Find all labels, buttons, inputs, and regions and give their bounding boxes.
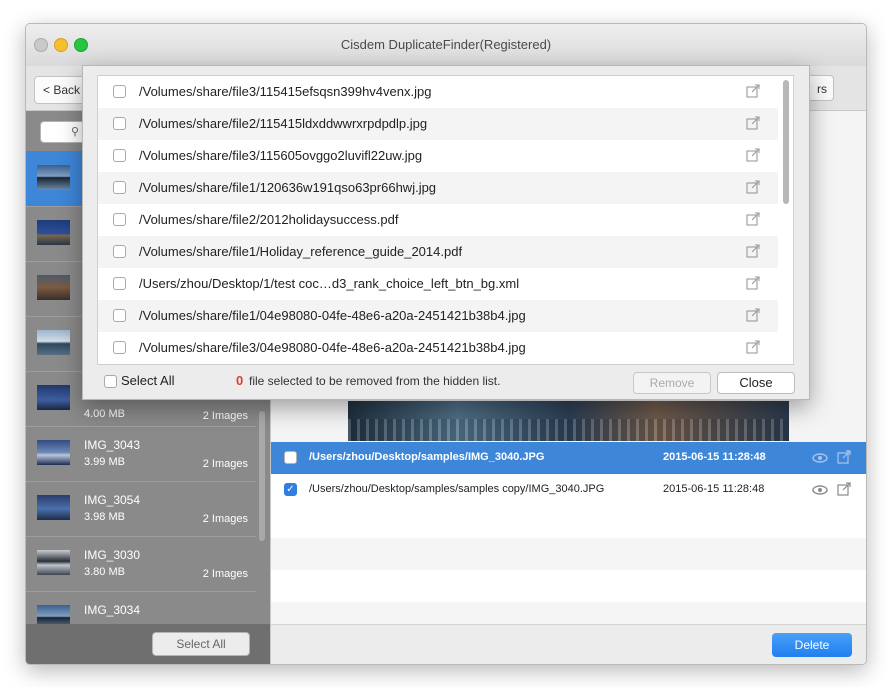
item-checkbox[interactable] — [113, 213, 126, 226]
item-path: /Volumes/share/file1/04e98080-04fe-48e6-… — [139, 308, 526, 323]
selected-count: 0 — [236, 373, 244, 388]
sidebar-scrollbar[interactable] — [259, 411, 265, 541]
delete-button[interactable]: Delete — [772, 633, 852, 657]
title-bar: Cisdem DuplicateFinder(Registered) — [26, 24, 866, 66]
search-icon: ⚲ — [71, 126, 80, 138]
file-checkbox[interactable]: ✓ — [284, 483, 297, 496]
image-preview — [348, 401, 789, 441]
thumbnail — [37, 550, 70, 575]
table-row[interactable]: ✓ /Users/zhou/Desktop/samples/samples co… — [271, 474, 866, 506]
eye-icon[interactable] — [812, 451, 828, 465]
item-path: /Volumes/share/file3/04e98080-04fe-48e6-… — [139, 340, 526, 355]
item-name: IMG_3030 — [84, 548, 141, 562]
item-path: /Users/zhou/Desktop/1/test coc…d3_rank_c… — [139, 276, 520, 291]
thumbnail — [37, 495, 70, 520]
open-external-icon[interactable] — [746, 276, 760, 290]
thumbnail — [37, 385, 70, 410]
item-path: /Volumes/share/file1/120636w191qso63pr66… — [139, 180, 437, 195]
eye-icon[interactable] — [812, 483, 828, 497]
select-all-button[interactable]: Select All — [152, 632, 250, 656]
item-checkbox[interactable] — [113, 85, 126, 98]
thumbnail — [37, 440, 70, 465]
item-count: 2 Images — [202, 568, 248, 580]
item-count: 2 Images — [202, 513, 248, 525]
select-all-checkbox[interactable] — [104, 375, 117, 388]
item-name: IMG_3034 — [84, 603, 141, 617]
list-item[interactable]: /Volumes/share/file1/04e98080-04fe-48e6-… — [98, 300, 778, 332]
item-checkbox[interactable] — [113, 277, 126, 290]
item-checkbox[interactable] — [113, 245, 126, 258]
item-size: 3.99 MB — [84, 456, 125, 468]
window-title: Cisdem DuplicateFinder(Registered) — [340, 37, 552, 52]
item-name: IMG_3043 — [84, 438, 141, 452]
item-path: /Volumes/share/file3/115605ovggo2luvifl2… — [139, 148, 423, 163]
empty-row — [271, 538, 866, 570]
open-external-icon[interactable] — [746, 116, 760, 130]
selected-count-text: file selected to be removed from the hid… — [249, 374, 501, 388]
file-path: /Users/zhou/Desktop/samples/IMG_3040.JPG — [309, 451, 545, 463]
list-item[interactable]: /Users/zhou/Desktop/1/test coc…d3_rank_c… — [98, 268, 778, 300]
sidebar-footer: Select All — [26, 624, 270, 664]
item-path: /Volumes/share/file1/Holiday_reference_g… — [139, 244, 463, 259]
list-item[interactable]: /Volumes/share/file3/115605ovggo2luvifl2… — [98, 140, 778, 172]
open-external-icon[interactable] — [746, 180, 760, 194]
empty-row — [271, 602, 866, 624]
list-item[interactable]: IMG_3034 — [26, 591, 256, 625]
file-checkbox[interactable] — [284, 451, 297, 464]
thumbnail — [37, 220, 70, 245]
list-item[interactable]: IMG_3030 3.80 MB 2 Images — [26, 536, 256, 592]
item-size: 3.98 MB — [84, 511, 125, 523]
remove-button[interactable]: Remove — [633, 372, 711, 394]
open-external-icon[interactable] — [746, 212, 760, 226]
thumbnail — [37, 330, 70, 355]
list-item[interactable]: IMG_3054 3.98 MB 2 Images — [26, 481, 256, 537]
list-item[interactable]: /Volumes/share/file2/2012holidaysuccess.… — [98, 204, 778, 236]
open-external-icon[interactable] — [746, 148, 760, 162]
hidden-file-list: /Volumes/share/file3/115415efsqsn399hv4v… — [97, 75, 794, 365]
main-footer: Delete — [271, 624, 866, 664]
open-external-icon[interactable] — [746, 244, 760, 258]
item-path: /Volumes/share/file3/115415efsqsn399hv4v… — [139, 84, 432, 99]
item-size: 3.80 MB — [84, 566, 125, 578]
item-checkbox[interactable] — [113, 181, 126, 194]
image-preview-reflection — [348, 419, 789, 441]
thumbnail — [37, 165, 70, 190]
file-path: /Users/zhou/Desktop/samples/samples copy… — [309, 483, 605, 495]
item-checkbox[interactable] — [113, 341, 126, 354]
thumbnail — [37, 605, 70, 624]
list-item[interactable]: /Volumes/share/file1/120636w191qso63pr66… — [98, 172, 778, 204]
open-external-icon[interactable] — [837, 450, 851, 464]
item-checkbox[interactable] — [113, 309, 126, 322]
list-item[interactable]: /Volumes/share/file2/115415ldxddwwrxrpdp… — [98, 108, 778, 140]
item-path: /Volumes/share/file2/115415ldxddwwrxrpdp… — [139, 116, 428, 131]
open-external-icon[interactable] — [746, 308, 760, 322]
back-button[interactable]: < Back — [34, 76, 90, 104]
item-checkbox[interactable] — [113, 117, 126, 130]
dialog-footer: Select All 0 file selected to be removed… — [83, 366, 809, 399]
close-button[interactable]: Close — [717, 372, 795, 394]
item-checkbox[interactable] — [113, 149, 126, 162]
list-item[interactable]: /Volumes/share/file3/115415efsqsn399hv4v… — [98, 76, 778, 108]
open-external-icon[interactable] — [746, 340, 760, 354]
item-count: 2 Images — [202, 410, 248, 422]
thumbnail — [37, 275, 70, 300]
list-item[interactable]: /Volumes/share/file1/Holiday_reference_g… — [98, 236, 778, 268]
hidden-list-dialog: /Volumes/share/file3/115415efsqsn399hv4v… — [82, 65, 810, 400]
select-all-label[interactable]: Select All — [121, 373, 174, 388]
item-path: /Volumes/share/file2/2012holidaysuccess.… — [139, 212, 399, 227]
list-item[interactable]: /Volumes/share/file3/04e98080-04fe-48e6-… — [98, 332, 778, 364]
table-row[interactable]: /Users/zhou/Desktop/samples/IMG_3040.JPG… — [271, 442, 866, 474]
open-external-icon[interactable] — [746, 84, 760, 98]
list-item[interactable]: IMG_3043 3.99 MB 2 Images — [26, 426, 256, 482]
item-name: IMG_3054 — [84, 493, 141, 507]
file-date: 2015-06-15 11:28:48 — [663, 451, 766, 463]
item-count: 2 Images — [202, 458, 248, 470]
item-size: 4.00 MB — [84, 408, 125, 420]
open-external-icon[interactable] — [837, 482, 851, 496]
file-date: 2015-06-15 11:28:48 — [663, 483, 765, 495]
dialog-scrollbar[interactable] — [783, 80, 789, 204]
file-table: /Users/zhou/Desktop/samples/IMG_3040.JPG… — [271, 442, 866, 624]
